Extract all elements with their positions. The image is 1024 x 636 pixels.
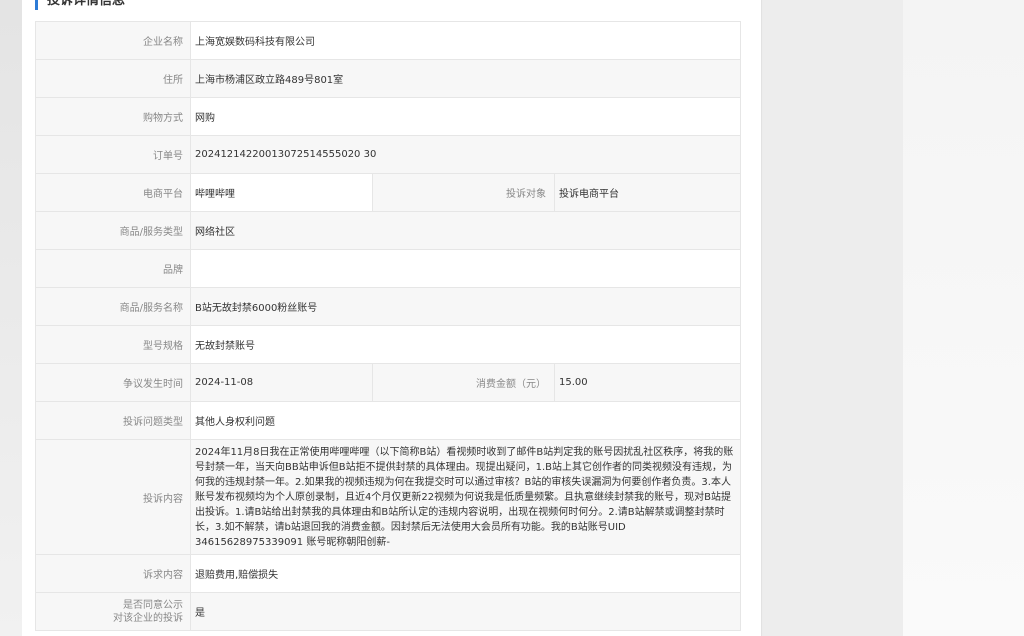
- brand-label: 品牌: [35, 249, 191, 288]
- goods-type-value: 网络社区: [190, 211, 741, 250]
- order-no-label: 订单号: [35, 135, 191, 174]
- row-issue-type: 投诉问题类型 其他人身权利问题: [35, 401, 741, 440]
- amount-value: 15.00: [554, 363, 741, 402]
- issue-type-label: 投诉问题类型: [35, 401, 191, 440]
- model-spec-value: 无故封禁账号: [190, 325, 741, 364]
- address-value: 上海市杨浦区政立路489号801室: [190, 59, 741, 98]
- goods-type-label: 商品/服务类型: [35, 211, 191, 250]
- row-order-no: 订单号 20241214220013072514555020 30: [35, 135, 741, 174]
- row-purchase-method: 购物方式 网购: [35, 97, 741, 136]
- publish-consent-label-line2: 对该企业的投诉: [113, 612, 183, 624]
- model-spec-label: 型号规格: [35, 325, 191, 364]
- row-appeal: 诉求内容 退赔费用,赔偿损失: [35, 554, 741, 593]
- content-label: 投诉内容: [35, 439, 191, 555]
- background-right: [903, 0, 1024, 636]
- issue-type-value: 其他人身权利问题: [190, 401, 741, 440]
- row-publish-consent: 是否同意公示 对该企业的投诉 是: [35, 592, 741, 631]
- complaint-target-label: 投诉对象: [372, 173, 555, 212]
- order-no-value: 20241214220013072514555020 30: [190, 135, 741, 174]
- row-goods-type: 商品/服务类型 网络社区: [35, 211, 741, 250]
- right-sidebar-area: [763, 0, 903, 636]
- publish-consent-value: 是: [190, 592, 741, 631]
- content-value: 2024年11月8日我在正常使用哔哩哔哩（以下简称B站）看视频时收到了邮件B站判…: [190, 439, 741, 555]
- complaint-detail-card: 投诉详情信息 企业名称 上海宽娱数码科技有限公司 住所 上海市杨浦区政立路489…: [22, 0, 762, 636]
- row-address: 住所 上海市杨浦区政立路489号801室: [35, 59, 741, 98]
- purchase-method-value: 网购: [190, 97, 741, 136]
- publish-consent-label: 是否同意公示 对该企业的投诉: [35, 592, 191, 631]
- dispute-time-label: 争议发生时间: [35, 363, 191, 402]
- address-label: 住所: [35, 59, 191, 98]
- section-title: 投诉详情信息: [35, 0, 125, 10]
- platform-label: 电商平台: [35, 173, 191, 212]
- dispute-time-value: 2024-11-08: [190, 363, 373, 402]
- company-label: 企业名称: [35, 21, 191, 60]
- brand-value: [190, 249, 741, 288]
- amount-label: 消费金额（元）: [372, 363, 555, 402]
- row-content: 投诉内容 2024年11月8日我在正常使用哔哩哔哩（以下简称B站）看视频时收到了…: [35, 439, 741, 555]
- goods-name-label: 商品/服务名称: [35, 287, 191, 326]
- purchase-method-label: 购物方式: [35, 97, 191, 136]
- row-brand: 品牌: [35, 249, 741, 288]
- row-platform: 电商平台 哔哩哔哩 投诉对象 投诉电商平台: [35, 173, 741, 212]
- company-value: 上海宽娱数码科技有限公司: [190, 21, 741, 60]
- complaint-detail-table: 企业名称 上海宽娱数码科技有限公司 住所 上海市杨浦区政立路489号801室 购…: [35, 21, 741, 631]
- platform-value: 哔哩哔哩: [190, 173, 373, 212]
- publish-consent-label-line1: 是否同意公示: [123, 599, 183, 611]
- row-dispute-time: 争议发生时间 2024-11-08 消费金额（元） 15.00: [35, 363, 741, 402]
- background-left: [0, 0, 22, 636]
- complaint-target-value: 投诉电商平台: [554, 173, 741, 212]
- appeal-value: 退赔费用,赔偿损失: [190, 554, 741, 593]
- row-company: 企业名称 上海宽娱数码科技有限公司: [35, 21, 741, 60]
- row-model-spec: 型号规格 无故封禁账号: [35, 325, 741, 364]
- row-goods-name: 商品/服务名称 B站无故封禁6000粉丝账号: [35, 287, 741, 326]
- goods-name-value: B站无故封禁6000粉丝账号: [190, 287, 741, 326]
- appeal-label: 诉求内容: [35, 554, 191, 593]
